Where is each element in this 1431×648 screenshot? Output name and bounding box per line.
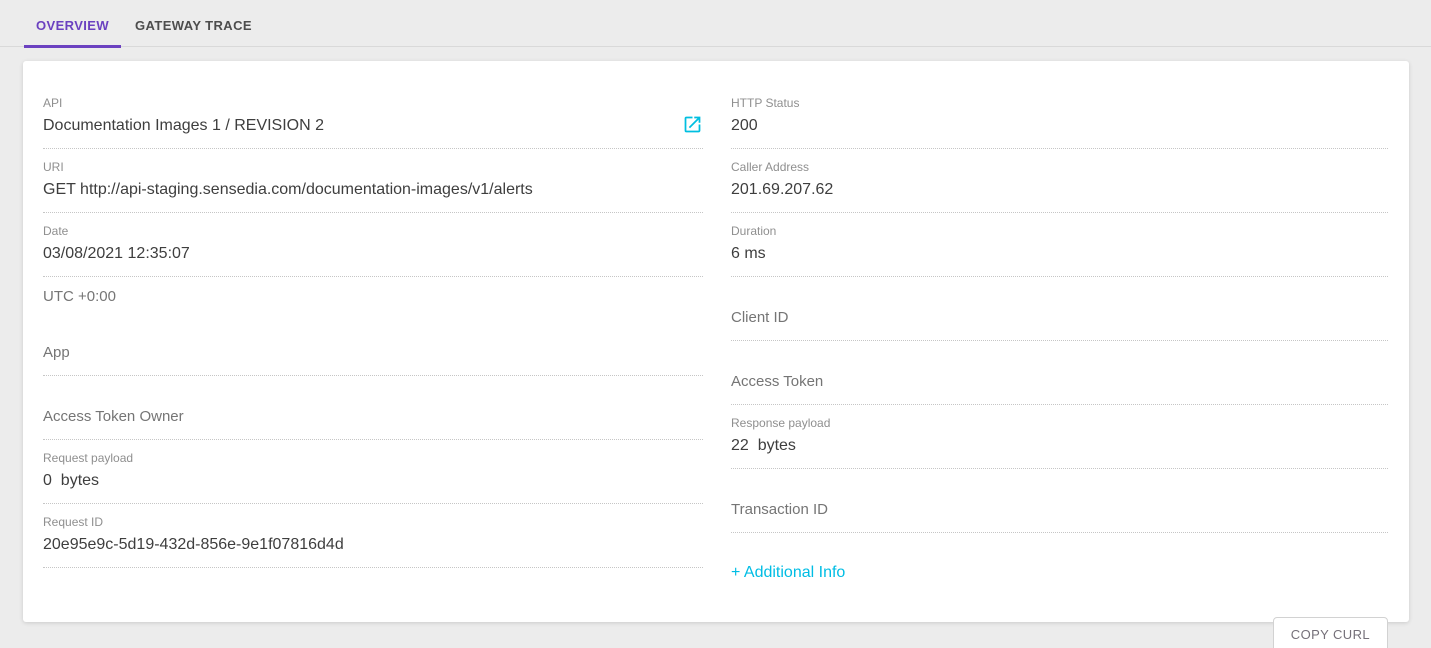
access-token-owner-label: Access Token Owner [43,406,703,427]
request-payload-value: 0 bytes [43,470,703,491]
details-left-column: API Documentation Images 1 / REVISION 2 … [43,96,703,622]
uri-label: URI [43,160,703,174]
api-value: Documentation Images 1 / REVISION 2 [43,115,703,136]
duration-value: 6 ms [731,243,1388,264]
date-value: 03/08/2021 12:35:07 [43,243,703,264]
request-id-value: 20e95e9c-5d19-432d-856e-9e1f07816d4d [43,534,703,555]
transaction-id-label: Transaction ID [731,499,1388,520]
client-id-label: Client ID [731,307,1388,328]
response-payload-value: 22 bytes [731,435,1388,456]
field-client-id: Client ID [731,288,1388,341]
details-right-column: HTTP Status 200 Caller Address 201.69.20… [731,96,1388,622]
caller-address-label: Caller Address [731,160,1388,174]
field-app: App [43,323,703,376]
field-request-payload: Request payload 0 bytes [43,451,703,504]
http-status-value: 200 [731,115,1388,136]
field-access-token-owner: Access Token Owner [43,387,703,440]
uri-value: GET http://api-staging.sensedia.com/docu… [43,179,703,200]
field-duration: Duration 6 ms [731,224,1388,277]
field-http-status: HTTP Status 200 [731,96,1388,149]
duration-label: Duration [731,224,1388,238]
field-access-token: Access Token [731,352,1388,405]
caller-address-value: 201.69.207.62 [731,179,1388,200]
copy-curl-button[interactable]: COPY CURL [1273,617,1388,648]
client-id-label-slot [731,288,1388,302]
column-gap [703,96,731,622]
api-label: API [43,96,703,110]
button-row: COPY CURL [731,617,1388,648]
tab-gateway-trace[interactable]: GATEWAY TRACE [123,3,264,48]
additional-info-link[interactable]: + Additional Info [731,563,845,583]
http-status-label: HTTP Status [731,96,1388,110]
field-uri: URI GET http://api-staging.sensedia.com/… [43,160,703,213]
transaction-id-label-slot [731,480,1388,494]
open-in-new-icon[interactable] [682,114,703,135]
app-label-slot [43,323,703,337]
access-token-owner-label-slot [43,387,703,401]
request-payload-label: Request payload [43,451,703,465]
field-caller-address: Caller Address 201.69.207.62 [731,160,1388,213]
field-request-id: Request ID 20e95e9c-5d19-432d-856e-9e1f0… [43,515,703,568]
access-token-label-slot [731,352,1388,366]
app-label: App [43,342,703,363]
field-response-payload: Response payload 22 bytes [731,416,1388,469]
date-label: Date [43,224,703,238]
field-api: API Documentation Images 1 / REVISION 2 [43,96,703,149]
request-id-label: Request ID [43,515,703,529]
overview-card: API Documentation Images 1 / REVISION 2 … [23,61,1409,622]
access-token-label: Access Token [731,371,1388,392]
field-transaction-id: Transaction ID [731,480,1388,533]
field-date: Date 03/08/2021 12:35:07 [43,224,703,277]
utc-note: UTC +0:00 [43,287,703,307]
response-payload-label: Response payload [731,416,1388,430]
tab-bar: OVERVIEW GATEWAY TRACE [0,0,1431,47]
tab-overview[interactable]: OVERVIEW [24,3,121,48]
